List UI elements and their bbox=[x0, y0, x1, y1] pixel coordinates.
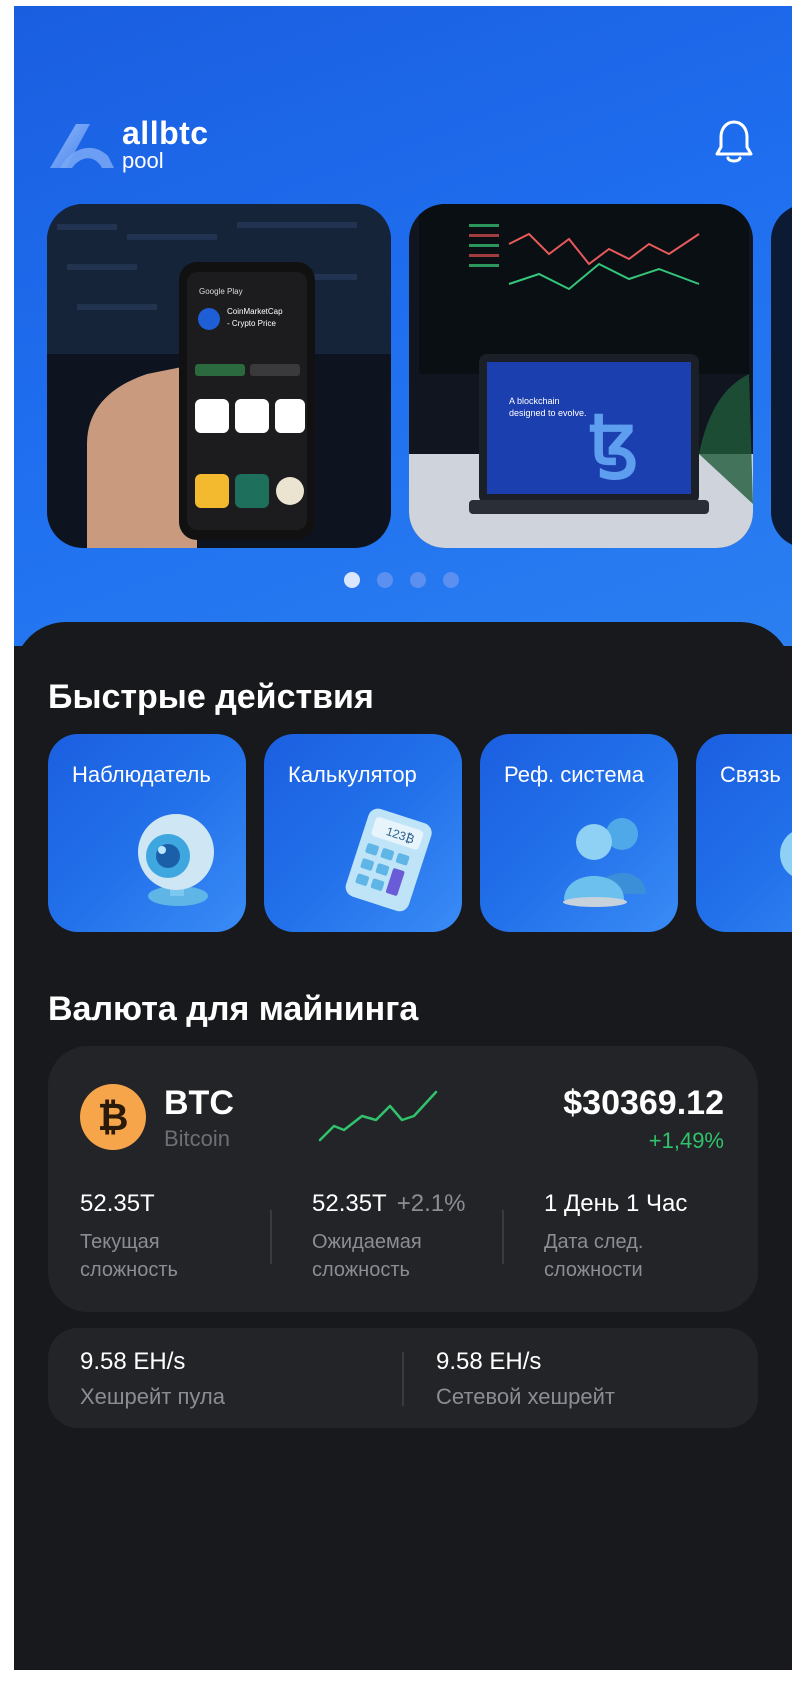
svg-text:Google Play: Google Play bbox=[199, 287, 243, 296]
quick-action-watcher[interactable]: Наблюдатель bbox=[48, 734, 246, 932]
carousel-pagination bbox=[344, 572, 459, 588]
quick-action-label: Калькулятор bbox=[288, 762, 417, 787]
calculator-icon: 123₿ bbox=[345, 808, 432, 912]
quick-actions-row: Наблюдатель Калькулятор 123₿ Реф. систем… bbox=[48, 734, 792, 934]
price-sparkline-icon bbox=[318, 1090, 438, 1142]
svg-text:A blockchain: A blockchain bbox=[509, 396, 560, 406]
stat-current-difficulty: 52.35T Текущая сложность bbox=[80, 1190, 250, 1284]
hashrate-label: Хешрейт пула bbox=[80, 1384, 226, 1409]
hashrate-card: 9.58 EH/s Хешрейт пула 9.58 EH/s Сетевой… bbox=[48, 1328, 758, 1428]
stat-divider bbox=[270, 1210, 272, 1264]
stat-value: 52.35T bbox=[312, 1190, 387, 1217]
stat-label: Дата след. сложности bbox=[544, 1231, 644, 1281]
quick-action-contact[interactable]: Связь bbox=[696, 734, 792, 932]
carousel-dot-4[interactable] bbox=[443, 572, 459, 588]
stat-expected-difficulty: 52.35T +2.1% Ожидаемая сложность bbox=[312, 1190, 482, 1284]
quick-action-referral[interactable]: Реф. система bbox=[480, 734, 678, 932]
stat-value: 1 День 1 Час bbox=[544, 1190, 688, 1217]
carousel-dot-2[interactable] bbox=[377, 572, 393, 588]
stat-next-difficulty-date: 1 День 1 Час Дата след. сложности bbox=[544, 1190, 714, 1284]
coin-change: +1,49% bbox=[648, 1128, 724, 1153]
hashrate-label: Сетевой хешрейт bbox=[436, 1384, 616, 1409]
coin-ticker: BTC bbox=[164, 1084, 234, 1122]
carousel-slide-partial[interactable] bbox=[771, 204, 792, 548]
stat-label: Текущая сложность bbox=[80, 1231, 178, 1281]
stat-change: +2.1% bbox=[396, 1190, 466, 1217]
coin-name: Bitcoin bbox=[164, 1126, 231, 1151]
carousel-dot-3[interactable] bbox=[410, 572, 426, 588]
chat-icon bbox=[780, 832, 792, 876]
users-icon bbox=[563, 818, 646, 907]
brand-name: allbtc pool bbox=[122, 115, 209, 173]
partial-slide-image bbox=[771, 204, 792, 548]
quick-action-label: Реф. система bbox=[504, 762, 644, 787]
svg-text:ꜩ: ꜩ bbox=[589, 401, 639, 480]
quick-action-label: Связь bbox=[720, 762, 781, 787]
webcam-icon bbox=[138, 814, 214, 906]
quick-action-label: Наблюдатель bbox=[72, 762, 211, 787]
bell-icon[interactable] bbox=[712, 118, 756, 166]
carousel-dot-1[interactable] bbox=[344, 572, 360, 588]
svg-text:CoinMarketCap: CoinMarketCap bbox=[227, 307, 283, 316]
pool-hashrate: 9.58 EH/s Хешрейт пула bbox=[80, 1348, 225, 1410]
coin-card[interactable]: ₿ BTC Bitcoin $30369.12 +1,49% 52.35T Те… bbox=[48, 1046, 758, 1312]
brand-name-line2: pool bbox=[122, 148, 164, 173]
hashrate-divider bbox=[402, 1352, 404, 1406]
coin-price: $30369.12 bbox=[563, 1084, 724, 1122]
mining-currency-title: Валюта для майнинга bbox=[48, 990, 419, 1028]
laptop-trading-image: A blockchain designed to evolve. ꜩ bbox=[409, 204, 753, 548]
svg-text:₿: ₿ bbox=[98, 1095, 129, 1139]
network-hashrate: 9.58 EH/s Сетевой хешрейт bbox=[436, 1348, 615, 1410]
quick-action-calculator[interactable]: Калькулятор 123₿ bbox=[264, 734, 462, 932]
hashrate-value: 9.58 EH/s bbox=[80, 1348, 186, 1375]
stat-divider bbox=[502, 1210, 504, 1264]
app-screen: allbtc pool Google Play CoinMarketCap - … bbox=[14, 6, 792, 1670]
brand-name-line1: allbtc bbox=[122, 115, 209, 151]
svg-text:designed to evolve.: designed to evolve. bbox=[509, 408, 587, 418]
stat-value: 52.35T bbox=[80, 1190, 155, 1217]
hero-header: allbtc pool Google Play CoinMarketCap - … bbox=[14, 6, 792, 646]
carousel-slide-laptop[interactable]: A blockchain designed to evolve. ꜩ bbox=[409, 204, 753, 548]
promo-carousel[interactable]: Google Play CoinMarketCap - Crypto Price bbox=[47, 204, 792, 548]
carousel-slide-phone[interactable]: Google Play CoinMarketCap - Crypto Price bbox=[47, 204, 391, 548]
stat-label: Ожидаемая сложность bbox=[312, 1231, 422, 1281]
phone-coinmarketcap-image: Google Play CoinMarketCap - Crypto Price bbox=[47, 204, 391, 548]
bitcoin-icon: ₿ bbox=[80, 1084, 146, 1150]
hashrate-value: 9.58 EH/s bbox=[436, 1348, 542, 1375]
svg-text:- Crypto Price: - Crypto Price bbox=[227, 319, 276, 328]
quick-actions-title: Быстрые действия bbox=[48, 678, 374, 716]
